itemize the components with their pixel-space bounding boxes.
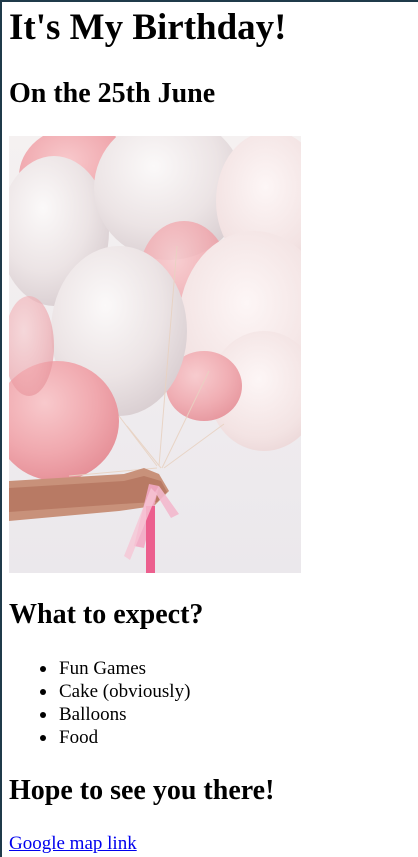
expect-heading: What to expect? [9,599,204,630]
balloons-photo [9,136,301,573]
list-item: Fun Games [9,657,190,680]
date-heading: On the 25th June [9,78,216,109]
google-map-link[interactable]: Google map link [9,833,137,855]
list-item: Cake (obviously) [9,680,190,703]
list-item: Food [9,726,190,749]
expect-list: Fun Games Cake (obviously) Balloons Food [9,657,190,749]
page-title: It's My Birthday! [9,7,287,48]
list-item: Balloons [9,703,190,726]
closing-heading: Hope to see you there! [9,775,275,806]
